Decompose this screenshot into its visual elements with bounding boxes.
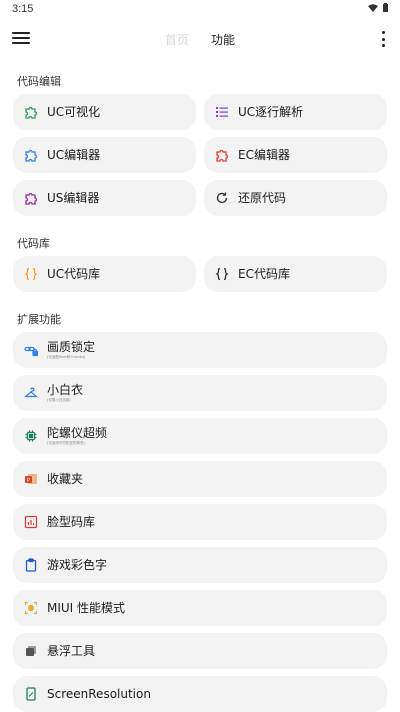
puzzle-icon	[23, 190, 39, 206]
favorites-button[interactable]: P 收藏夹	[13, 461, 387, 497]
quality-lock-button[interactable]: 画质锁定 (仅适配Root和Shizuku)	[13, 332, 387, 368]
tab-home[interactable]: 首页	[165, 31, 189, 48]
ec-editor-button[interactable]: EC编辑器	[204, 137, 387, 173]
battery-icon	[383, 3, 388, 12]
uc-library-button[interactable]: UC代码库	[13, 256, 196, 292]
status-bar: 3:15	[0, 0, 400, 20]
float-tool-label: 悬浮工具	[47, 644, 96, 658]
gyro-overclock-text: 陀螺仪超频 (仅适用不同机型的情况)	[47, 426, 107, 446]
tab-features[interactable]: 功能	[211, 31, 235, 48]
uc-editor-label: UC编辑器	[47, 148, 101, 162]
face-code-library-label: 脸型码库	[47, 515, 96, 529]
ec-editor-label: EC编辑器	[238, 148, 290, 162]
uc-visual-label: UC可视化	[47, 105, 101, 119]
white-coat-label: 小白衣	[47, 383, 84, 397]
braces-icon	[214, 266, 230, 282]
us-editor-label: US编辑器	[47, 191, 100, 205]
white-coat-text: 小白衣 (仅限小白衣用)	[47, 383, 83, 403]
office-icon: P	[23, 471, 39, 487]
quality-lock-sub: (仅适配Root和Shizuku)	[47, 355, 86, 359]
wifi-icon	[368, 3, 378, 12]
section-title-code-edit: 代码编辑	[17, 75, 61, 88]
restore-code-button[interactable]: 还原代码	[204, 180, 387, 216]
app-bar: 首页 功能	[0, 20, 400, 60]
braces-icon	[23, 266, 39, 282]
puzzle-icon	[214, 147, 230, 163]
gyro-overclock-sub: (仅适用不同机型的情况)	[47, 441, 85, 445]
white-coat-sub: (仅限小白衣用)	[47, 398, 71, 402]
white-coat-button[interactable]: 小白衣 (仅限小白衣用)	[13, 375, 387, 411]
us-editor-button[interactable]: US编辑器	[13, 180, 196, 216]
quality-lock-text: 画质锁定 (仅适配Root和Shizuku)	[47, 340, 95, 360]
tab-bar: 首页 功能	[165, 31, 235, 48]
uc-line-parse-button[interactable]: UC逐行解析	[204, 94, 387, 130]
section-title-code-library: 代码库	[17, 237, 50, 250]
layers-icon	[23, 643, 39, 659]
chart-icon	[23, 514, 39, 530]
menu-icon[interactable]	[12, 30, 30, 46]
uc-visual-button[interactable]: UC可视化	[13, 94, 196, 130]
screen-resolution-button[interactable]: ScreenResolution	[13, 676, 387, 712]
ec-library-button[interactable]: EC代码库	[204, 256, 387, 292]
refresh-icon	[214, 190, 230, 206]
more-options-icon[interactable]	[380, 31, 386, 47]
restore-code-label: 还原代码	[238, 191, 287, 205]
miui-performance-label: MIUI 性能模式	[47, 601, 126, 615]
favorites-label: 收藏夹	[47, 472, 84, 486]
miui-performance-button[interactable]: MIUI 性能模式	[13, 590, 387, 626]
status-time: 3:15	[12, 3, 34, 15]
ec-library-label: EC代码库	[238, 267, 290, 281]
gyro-overclock-label: 陀螺仪超频	[47, 426, 108, 440]
game-color-text-label: 游戏彩色字	[47, 558, 108, 572]
quality-lock-label: 画质锁定	[47, 340, 96, 354]
uc-line-parse-label: UC逐行解析	[238, 105, 304, 119]
puzzle-icon	[23, 104, 39, 120]
game-color-text-button[interactable]: 游戏彩色字	[13, 547, 387, 583]
uc-library-label: UC代码库	[47, 267, 101, 281]
section-title-extended: 扩展功能	[17, 313, 61, 326]
link-lock-icon	[23, 342, 39, 358]
face-code-library-button[interactable]: 脸型码库	[13, 504, 387, 540]
chip-icon	[23, 428, 39, 444]
uc-editor-button[interactable]: UC编辑器	[13, 137, 196, 173]
target-icon	[23, 600, 39, 616]
status-icons	[368, 3, 388, 12]
float-tool-button[interactable]: 悬浮工具	[13, 633, 387, 669]
puzzle-icon	[23, 147, 39, 163]
phone-icon	[23, 686, 39, 702]
hanger-icon	[23, 385, 39, 401]
clipboard-icon	[23, 557, 39, 573]
gyro-overclock-button[interactable]: 陀螺仪超频 (仅适用不同机型的情况)	[13, 418, 387, 454]
list-icon	[214, 104, 230, 120]
screen-resolution-label: ScreenResolution	[47, 687, 151, 701]
